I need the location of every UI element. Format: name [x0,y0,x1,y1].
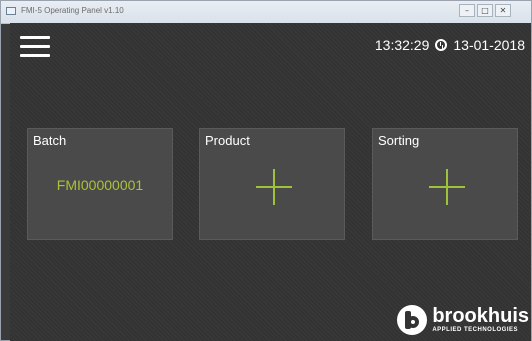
window-titlebar[interactable]: FMI-5 Operating Panel v1.10 – □ ✕ [1,1,531,24]
batch-tile[interactable]: Batch FMI00000001 [27,128,173,240]
batch-number: FMI00000001 [56,177,144,193]
clock-icon [435,39,448,51]
operating-panel: 13:32:29 13-01-2018 Batch FMI00000001 Pr… [10,23,531,341]
application-window: FMI-5 Operating Panel v1.10 – □ ✕ 13:32:… [0,0,532,341]
tile-label-product: Product [205,133,250,148]
close-button[interactable]: ✕ [495,4,511,17]
brookhuis-logo: brookhuis APPLIED TECHNOLOGIES [397,305,529,335]
tile-label-batch: Batch [33,133,67,148]
product-tile[interactable]: Product [199,128,345,240]
datetime-display: 13:32:29 13-01-2018 [375,37,525,53]
plus-icon [256,169,292,205]
tile-label-sorting: Sorting [378,133,420,148]
hamburger-menu-icon[interactable] [20,36,50,58]
maximize-button[interactable]: □ [477,4,493,17]
plus-icon [429,169,465,205]
date-text: 13-01-2018 [453,37,525,53]
brand-mark-icon [397,305,428,335]
brand-name: brookhuis [432,305,529,327]
minimize-button[interactable]: – [459,4,475,17]
time-text: 13:32:29 [374,37,430,53]
sorting-tile[interactable]: Sorting [372,128,518,240]
brand-tagline: APPLIED TECHNOLOGIES [432,327,519,333]
window-title: FMI-5 Operating Panel v1.10 [21,6,124,15]
app-icon [6,7,16,15]
